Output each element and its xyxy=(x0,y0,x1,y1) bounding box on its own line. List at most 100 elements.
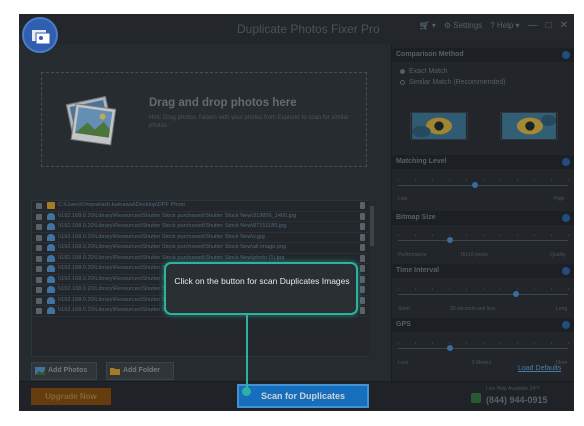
cart-menu[interactable]: 🛒 ▾ xyxy=(420,21,436,30)
delete-icon[interactable] xyxy=(360,223,365,230)
row-checkbox[interactable] xyxy=(36,287,42,293)
info-icon[interactable] xyxy=(562,267,570,275)
settings-pane: Comparison Method Exact Match Similar Ma… xyxy=(391,44,574,381)
bitmap-size-right: Quality xyxy=(550,252,566,258)
image-icon xyxy=(47,265,55,272)
file-list-row[interactable]: C:\Users\Omprakash.kumawat\Desktop\DPF P… xyxy=(32,201,374,212)
settings-menu[interactable]: ⚙ Settings xyxy=(444,21,482,30)
bottom-bar: Upgrade Now Scan for Duplicates Live Hel… xyxy=(19,381,574,411)
delete-icon[interactable] xyxy=(360,202,365,209)
slider-tick xyxy=(500,288,501,290)
add-photos-button[interactable]: Add Photos xyxy=(31,362,97,380)
slider-track[interactable] xyxy=(398,348,568,349)
row-checkbox[interactable] xyxy=(36,266,42,272)
row-checkbox[interactable] xyxy=(36,255,42,262)
slider-knob[interactable] xyxy=(472,182,478,188)
add-photos-icon xyxy=(35,367,45,375)
scan-for-duplicates-button[interactable]: Scan for Duplicates xyxy=(237,384,369,408)
app-window: Duplicate Photos Fixer Pro 🛒 ▾ ⚙ Setting… xyxy=(19,14,574,411)
slider-track[interactable] xyxy=(398,240,568,241)
row-checkbox[interactable] xyxy=(36,276,42,283)
delete-icon[interactable] xyxy=(360,254,365,262)
slider-tick xyxy=(517,179,518,181)
file-list-row[interactable]: \\192.168.0.20\Library\Resources\Shutter… xyxy=(32,233,374,243)
file-path: C:\Users\Omprakash.kumawat\Desktop\DPF P… xyxy=(58,202,186,208)
file-path: \\192.168.0.20\Library\Resources\Shutter… xyxy=(58,254,285,261)
slider-knob[interactable] xyxy=(513,291,519,297)
slider-knob[interactable] xyxy=(447,237,453,243)
drop-zone[interactable]: Drag and drop photos here Hint: Drag pho… xyxy=(41,72,367,167)
matching-level-high: High xyxy=(554,196,565,202)
time-interval-mid: 30 seconds and less xyxy=(450,306,496,312)
delete-icon[interactable] xyxy=(360,265,365,272)
scrollbar-thumb[interactable] xyxy=(370,206,374,246)
slider-track[interactable] xyxy=(398,294,568,295)
slider-tick xyxy=(483,234,484,236)
close-button[interactable]: ✕ xyxy=(560,20,568,31)
slider-tick xyxy=(415,288,416,290)
image-icon xyxy=(47,244,55,251)
slider-tick xyxy=(517,288,518,290)
slider-tick xyxy=(432,288,433,290)
delete-icon[interactable] xyxy=(360,307,365,314)
menu-bar: 🛒 ▾ ⚙ Settings ? Help ▾ — □ ✕ xyxy=(420,20,568,31)
row-checkbox[interactable] xyxy=(36,203,42,209)
file-list-row[interactable]: \\192.168.0.20\Library\Resources\Shutter… xyxy=(32,212,374,222)
slider-tick xyxy=(466,288,467,290)
row-checkbox[interactable] xyxy=(36,213,42,220)
slider-tick xyxy=(449,234,450,236)
comparison-method-header: Comparison Method xyxy=(392,48,574,62)
info-icon[interactable] xyxy=(562,214,570,222)
file-list-row[interactable]: \\192.168.0.20\Library\Resources\Shutter… xyxy=(32,243,374,254)
row-checkbox[interactable] xyxy=(36,234,42,241)
slider-track[interactable] xyxy=(398,185,568,186)
scan-tooltip: Click on the button for scan Duplicates … xyxy=(164,262,358,315)
slider-tick xyxy=(568,342,569,344)
photos-logo-icon xyxy=(32,30,51,45)
load-defaults-link[interactable]: Load Defaults xyxy=(518,365,561,372)
info-icon[interactable] xyxy=(562,158,570,166)
help-menu[interactable]: ? Help ▾ xyxy=(490,21,519,30)
row-checkbox[interactable] xyxy=(36,308,42,314)
maximize-button[interactable]: □ xyxy=(546,20,552,31)
upgrade-now-button[interactable]: Upgrade Now xyxy=(31,388,111,405)
file-list-row[interactable]: \\192.168.0.20\Library\Resources\Shutter… xyxy=(32,222,374,233)
time-interval-slider[interactable] xyxy=(398,283,569,307)
app-logo xyxy=(22,17,58,53)
row-checkbox[interactable] xyxy=(36,297,42,304)
image-icon xyxy=(47,223,55,230)
bitmap-size-slider[interactable] xyxy=(398,229,569,253)
bitmap-size-title: Bitmap Size xyxy=(396,214,436,221)
exact-match-label: Exact Match xyxy=(409,68,448,75)
slider-tick xyxy=(415,234,416,236)
similar-match-radio[interactable]: Similar Match (Recommended) xyxy=(400,79,505,86)
slider-tick xyxy=(517,234,518,236)
delete-icon[interactable] xyxy=(360,212,365,220)
row-checkbox[interactable] xyxy=(36,245,42,251)
gps-slider[interactable] xyxy=(398,337,569,361)
file-path: \\192.168.0.20\Library\Resources\Shutter… xyxy=(58,233,265,240)
exact-match-radio[interactable]: Exact Match xyxy=(400,68,448,75)
comparison-method-title: Comparison Method xyxy=(396,51,464,58)
image-icon xyxy=(47,307,55,314)
info-icon[interactable] xyxy=(562,321,570,329)
delete-icon[interactable] xyxy=(360,275,365,283)
tooltip-connector xyxy=(246,315,248,389)
delete-icon[interactable] xyxy=(360,286,365,293)
matching-level-slider[interactable] xyxy=(398,174,569,198)
slider-tick xyxy=(551,288,552,290)
slider-knob[interactable] xyxy=(447,345,453,351)
info-icon[interactable] xyxy=(562,51,570,59)
matching-level-title: Matching Level xyxy=(396,158,447,165)
slider-tick xyxy=(534,179,535,181)
delete-icon[interactable] xyxy=(360,233,365,241)
delete-icon[interactable] xyxy=(360,244,365,251)
slider-tick xyxy=(466,179,467,181)
row-checkbox[interactable] xyxy=(36,224,42,230)
gps-left: Less xyxy=(398,360,409,366)
add-folder-button[interactable]: Add Folder xyxy=(106,362,174,380)
minimize-button[interactable]: — xyxy=(528,20,538,31)
delete-icon[interactable] xyxy=(360,296,365,304)
file-path: \\192.168.0.20\Library\Resources\Shutter… xyxy=(58,223,287,229)
file-list-scrollbar[interactable] xyxy=(369,200,375,357)
